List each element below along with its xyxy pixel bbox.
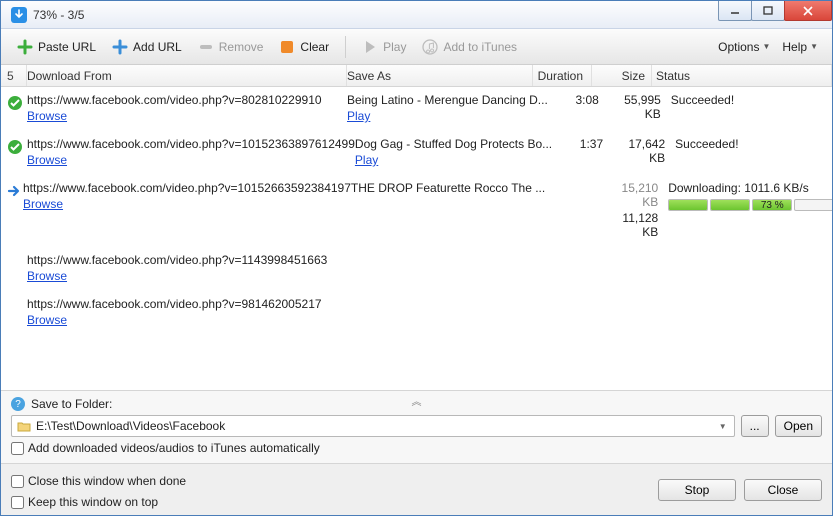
col-duration[interactable]: Duration — [533, 65, 592, 86]
row-status: Succeeded! — [675, 137, 832, 151]
plus-green-icon — [17, 39, 33, 55]
folder-path: E:\Test\Download\Videos\Facebook — [36, 419, 225, 433]
folder-path-input[interactable]: E:\Test\Download\Videos\Facebook ▼ — [11, 415, 735, 437]
clear-icon — [279, 39, 295, 55]
toolbar-separator — [345, 36, 346, 58]
window-title: 73% - 3/5 — [33, 8, 84, 22]
dropdown-icon[interactable]: ▼ — [716, 422, 730, 431]
row-size: 17,642 KB — [611, 137, 665, 165]
save-panel: ︽ ? Save to Folder: E:\Test\Download\Vid… — [1, 390, 832, 463]
table-row[interactable]: https://www.facebook.com/video.php?v=101… — [1, 131, 832, 175]
add-itunes-label: Add to iTunes — [443, 40, 517, 54]
remove-button[interactable]: Remove — [192, 36, 270, 58]
help-label: Help — [782, 40, 807, 54]
maximize-button[interactable] — [751, 1, 785, 21]
paste-url-label: Paste URL — [38, 40, 96, 54]
caret-down-icon: ▼ — [762, 42, 770, 51]
download-list: https://www.facebook.com/video.php?v=802… — [1, 87, 832, 390]
row-size-done: 11,128 KB — [604, 211, 658, 239]
play-link[interactable]: Play — [355, 153, 378, 167]
row-duration: 1:37 — [552, 137, 611, 167]
check-icon — [7, 95, 23, 111]
row-duration — [545, 181, 604, 239]
row-save-as: THE DROP Featurette Rocco The ... — [351, 181, 545, 195]
browse-link[interactable]: Browse — [27, 153, 67, 167]
window-controls — [719, 1, 832, 21]
itunes-checkbox-label: Add downloaded videos/audios to iTunes a… — [28, 441, 320, 455]
close-button[interactable]: Close — [744, 479, 822, 501]
browse-link[interactable]: Browse — [27, 269, 67, 283]
keep-on-top-checkbox[interactable] — [11, 496, 24, 509]
row-size: 55,995 KB — [607, 93, 661, 121]
row-save-as: Dog Gag - Stuffed Dog Protects Bo... — [355, 137, 552, 151]
count-header: 5 — [7, 65, 27, 86]
row-status: Downloading: 1011.6 KB/s — [668, 181, 832, 195]
clear-label: Clear — [300, 40, 329, 54]
itunes-checkbox[interactable] — [11, 442, 24, 455]
clear-button[interactable]: Clear — [273, 36, 335, 58]
caret-down-icon: ▼ — [810, 42, 818, 51]
play-link[interactable]: Play — [347, 109, 370, 123]
help-menu[interactable]: Help ▼ — [778, 37, 822, 57]
minimize-button[interactable] — [718, 1, 752, 21]
browse-folder-button[interactable]: ... — [741, 415, 769, 437]
browse-link[interactable]: Browse — [27, 313, 67, 327]
remove-label: Remove — [219, 40, 264, 54]
row-duration: 3:08 — [548, 93, 607, 123]
row-url: https://www.facebook.com/video.php?v=101… — [23, 181, 351, 195]
row-url: https://www.facebook.com/video.php?v=101… — [27, 137, 355, 151]
add-itunes-button[interactable]: Add to iTunes — [416, 36, 523, 58]
close-when-done-label: Close this window when done — [28, 474, 186, 488]
keep-on-top-label: Keep this window on top — [28, 495, 158, 509]
column-header: 5 Download From Save As Duration Size St… — [1, 65, 832, 87]
row-status: Succeeded! — [671, 93, 832, 107]
options-menu[interactable]: Options ▼ — [714, 37, 774, 57]
save-to-folder-label: Save to Folder: — [31, 397, 112, 411]
progress-bar: 73 % — [668, 198, 832, 212]
play-button[interactable]: Play — [356, 36, 412, 58]
plus-blue-icon — [112, 39, 128, 55]
col-download-from[interactable]: Download From — [27, 65, 347, 86]
progress-pct: 73 % — [753, 200, 791, 210]
browse-link[interactable]: Browse — [27, 109, 67, 123]
itunes-icon — [422, 39, 438, 55]
col-size[interactable]: Size — [592, 65, 652, 86]
play-icon — [362, 39, 378, 55]
col-save-as[interactable]: Save As — [347, 65, 533, 86]
footer: Close this window when done Keep this wi… — [1, 463, 832, 515]
options-label: Options — [718, 40, 759, 54]
table-row[interactable]: https://www.facebook.com/video.php?v=114… — [1, 247, 832, 291]
browse-link[interactable]: Browse — [23, 197, 63, 211]
toolbar: Paste URL Add URL Remove Clear Play Add … — [1, 29, 832, 65]
row-url: https://www.facebook.com/video.php?v=981… — [27, 297, 347, 311]
titlebar: 73% - 3/5 — [1, 1, 832, 29]
table-row[interactable]: https://www.facebook.com/video.php?v=802… — [1, 87, 832, 131]
open-folder-button[interactable]: Open — [775, 415, 822, 437]
col-status[interactable]: Status — [652, 65, 832, 86]
add-url-button[interactable]: Add URL — [106, 36, 188, 58]
row-url: https://www.facebook.com/video.php?v=114… — [27, 253, 347, 267]
app-icon — [11, 7, 27, 23]
collapse-toggle[interactable]: ︽ — [412, 393, 422, 408]
minus-gray-icon — [198, 39, 214, 55]
close-window-button[interactable] — [784, 1, 832, 21]
play-label: Play — [383, 40, 406, 54]
info-icon: ? — [11, 397, 25, 411]
stop-button[interactable]: Stop — [658, 479, 736, 501]
table-row[interactable]: https://www.facebook.com/video.php?v=101… — [1, 175, 832, 247]
check-icon — [7, 139, 23, 155]
row-size-total: 15,210 KB — [604, 181, 658, 209]
folder-icon — [16, 418, 32, 434]
add-url-label: Add URL — [133, 40, 182, 54]
paste-url-button[interactable]: Paste URL — [11, 36, 102, 58]
arrow-icon — [7, 183, 23, 199]
row-save-as: Being Latino - Merengue Dancing D... — [347, 93, 548, 107]
close-when-done-checkbox[interactable] — [11, 475, 24, 488]
row-url: https://www.facebook.com/video.php?v=802… — [27, 93, 347, 107]
table-row[interactable]: https://www.facebook.com/video.php?v=981… — [1, 291, 832, 335]
